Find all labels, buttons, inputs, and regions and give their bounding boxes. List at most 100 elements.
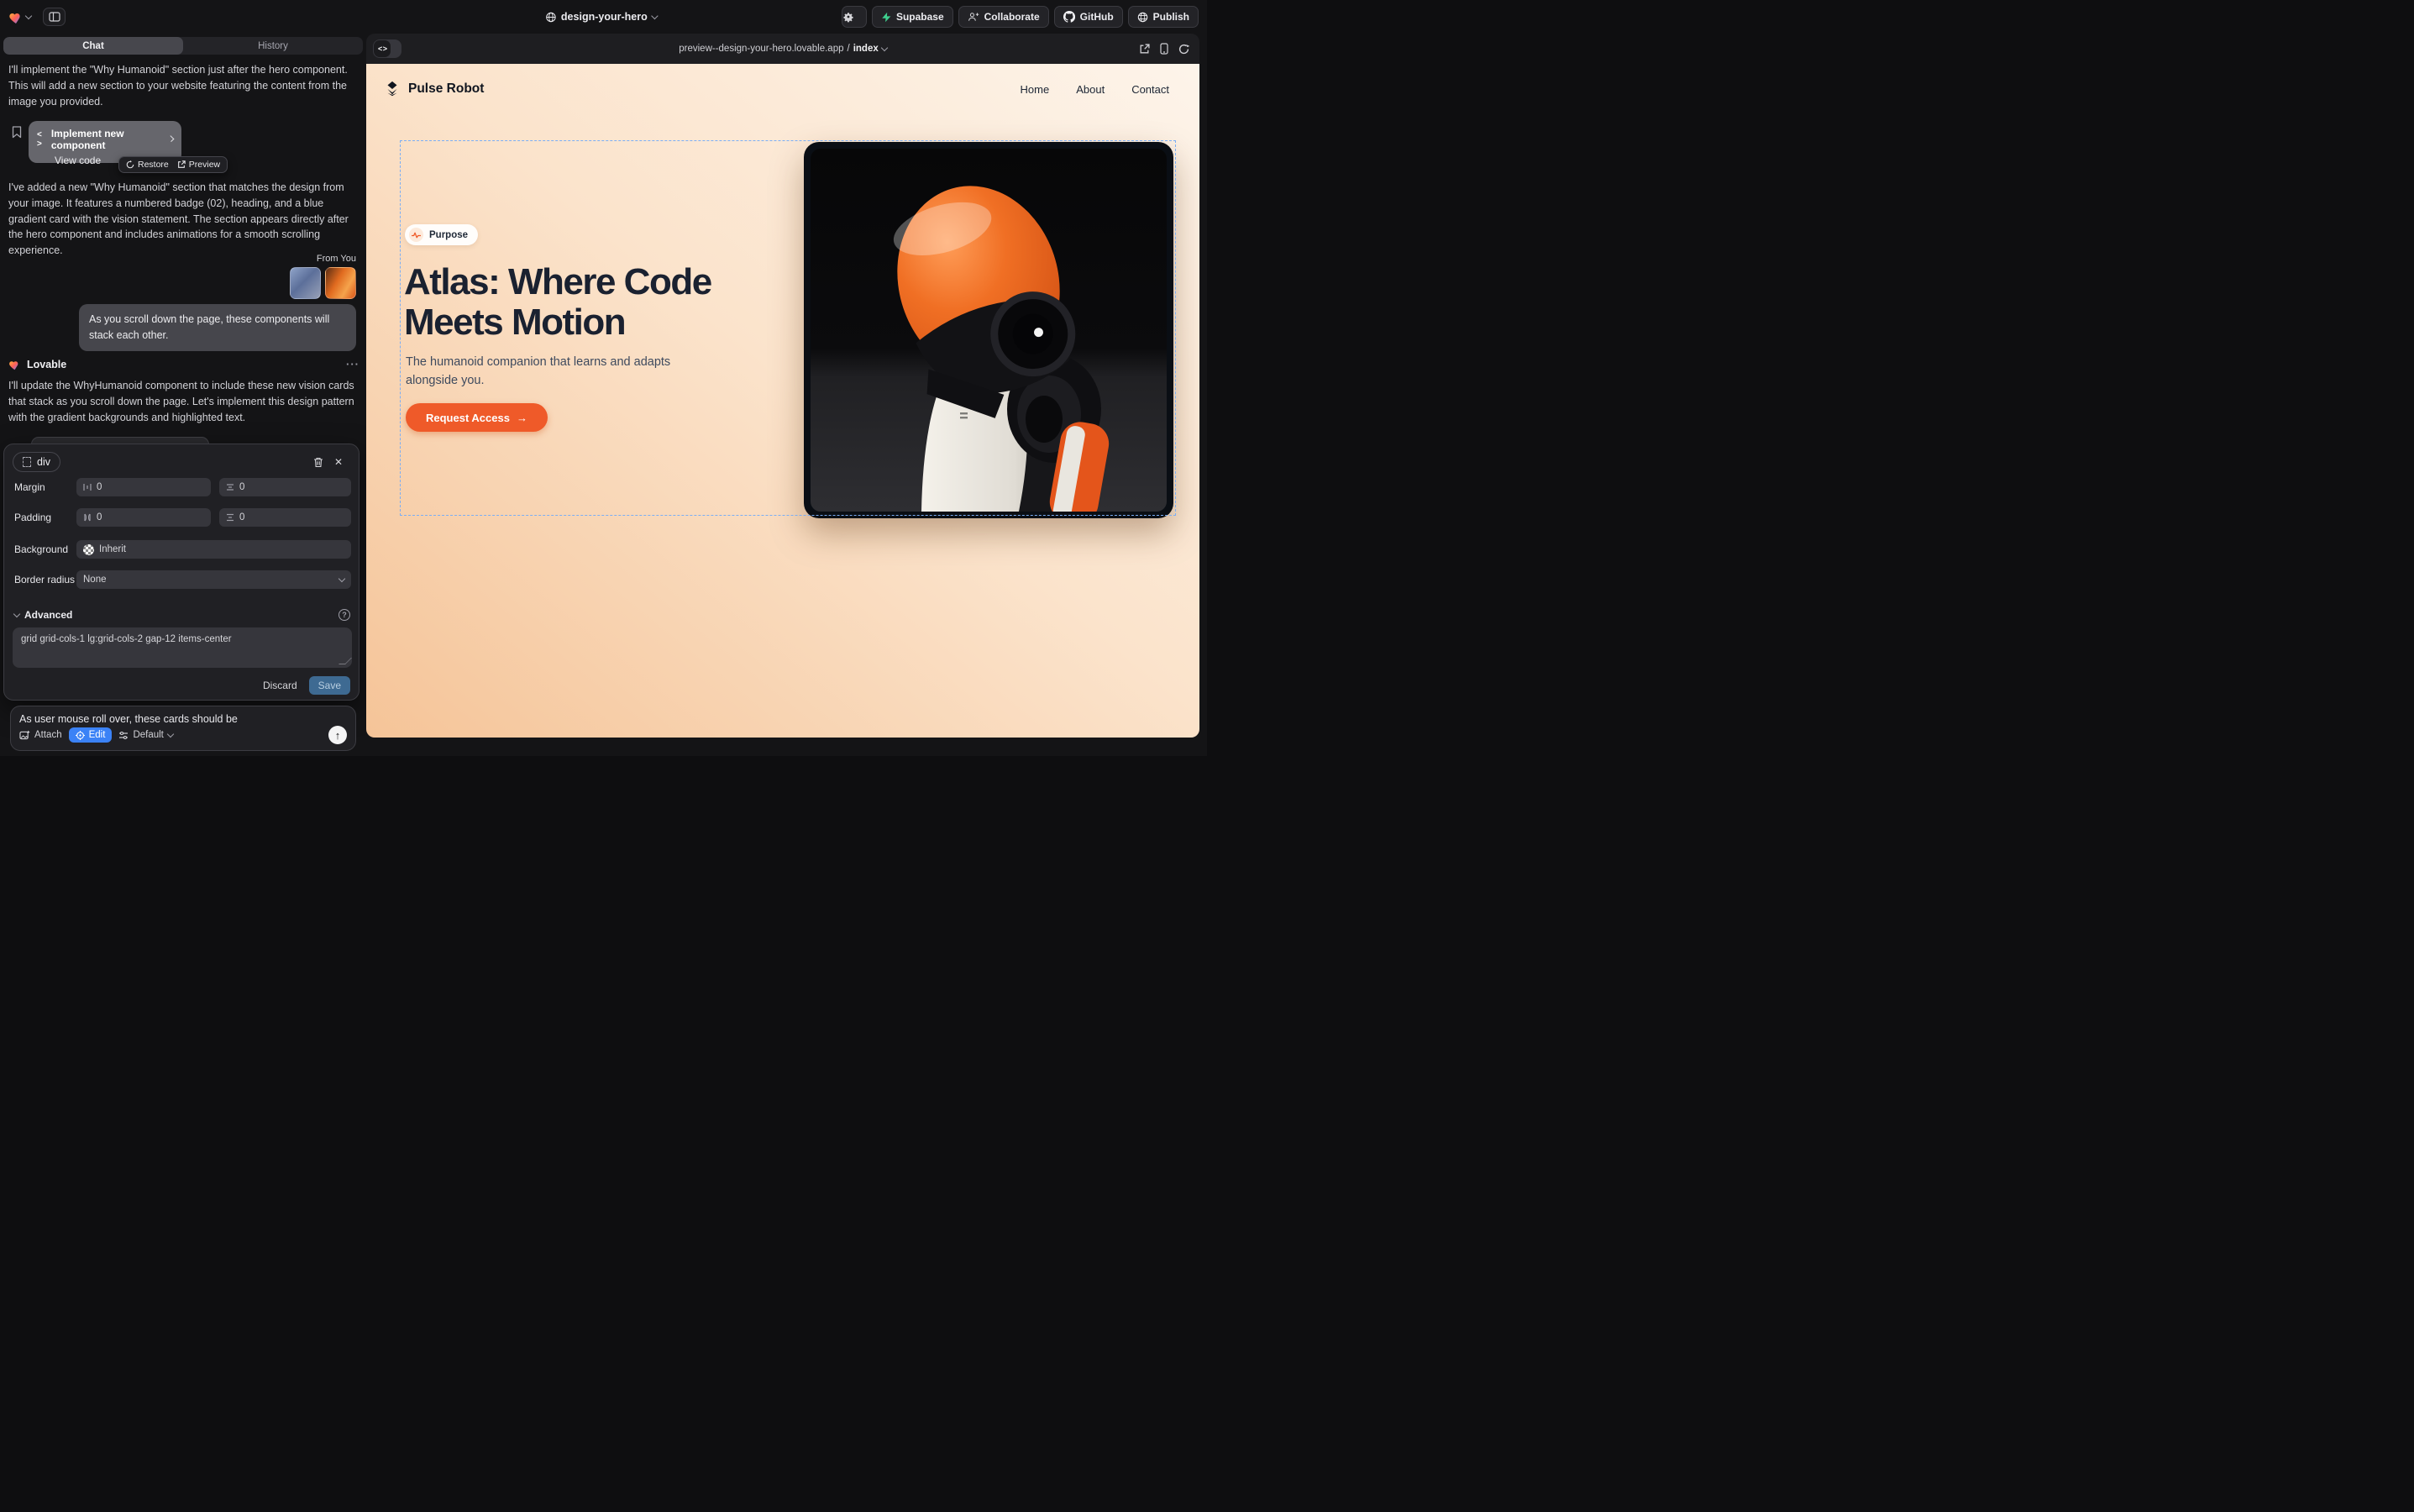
border-radius-select[interactable]: None bbox=[76, 570, 351, 589]
external-link-icon bbox=[177, 160, 186, 169]
tab-history[interactable]: History bbox=[183, 37, 363, 55]
lovable-app-window: design-your-hero Supabase bbox=[0, 0, 1207, 756]
selected-element-chip[interactable]: div bbox=[13, 452, 60, 472]
margin-x-input[interactable]: 0 bbox=[76, 478, 211, 496]
sidebar-panel-icon bbox=[49, 12, 60, 22]
bookmark-icon[interactable] bbox=[12, 126, 22, 139]
padding-vertical-icon bbox=[226, 513, 234, 522]
preview-button[interactable]: Preview bbox=[177, 160, 220, 170]
border-radius-label: Border radius bbox=[4, 574, 76, 585]
discard-button[interactable]: Discard bbox=[263, 680, 297, 691]
assistant-header: Lovable ··· bbox=[8, 358, 359, 370]
globe-icon bbox=[545, 12, 556, 23]
edit-mode-button[interactable]: Edit bbox=[69, 727, 113, 743]
attachment-thumbnail-orange[interactable] bbox=[325, 267, 356, 299]
margin-label: Margin bbox=[4, 481, 76, 493]
padding-y-input[interactable]: 0 bbox=[219, 508, 351, 527]
code-icon: < > bbox=[374, 40, 391, 57]
message-options-button[interactable]: ··· bbox=[346, 358, 359, 370]
code-preview-toggle[interactable]: < > bbox=[373, 39, 401, 58]
chevron-right-icon bbox=[167, 135, 174, 142]
robot-hero-image bbox=[811, 149, 1167, 512]
element-outline-icon bbox=[23, 457, 31, 467]
hero-heading: Atlas: Where Code Meets Motion bbox=[404, 262, 807, 344]
chat-history-tabs: Chat History bbox=[3, 37, 363, 55]
request-access-button[interactable]: Request Access → bbox=[406, 403, 548, 432]
padding-x-input[interactable]: 0 bbox=[76, 508, 211, 527]
restore-icon bbox=[126, 160, 134, 169]
delete-element-button[interactable] bbox=[308, 453, 328, 471]
composer-input[interactable]: As user mouse roll over, these cards sho… bbox=[19, 713, 347, 725]
save-button[interactable]: Save bbox=[309, 676, 350, 695]
assistant-name: Lovable bbox=[27, 359, 66, 370]
lovable-heart-icon bbox=[8, 359, 21, 370]
advanced-section-toggle[interactable]: Advanced ? bbox=[14, 609, 350, 621]
user-message-bubble: As you scroll down the page, these compo… bbox=[79, 304, 356, 351]
attach-image-icon bbox=[19, 730, 30, 740]
phone-icon bbox=[1160, 43, 1168, 55]
github-button[interactable]: GitHub bbox=[1054, 6, 1123, 28]
restore-preview-popover: Restore Preview bbox=[118, 156, 228, 173]
chat-composer: As user mouse roll over, these cards sho… bbox=[10, 706, 356, 751]
chevron-down-icon bbox=[25, 12, 32, 18]
refresh-icon bbox=[1178, 44, 1189, 55]
nav-link-home[interactable]: Home bbox=[1021, 83, 1050, 96]
chevron-down-icon bbox=[881, 44, 888, 50]
collaborate-button[interactable]: Collaborate bbox=[958, 6, 1049, 28]
close-inspector-button[interactable]: ✕ bbox=[328, 453, 349, 471]
padding-label: Padding bbox=[4, 512, 76, 523]
tailwind-classes-textarea[interactable]: grid grid-cols-1 lg:grid-cols-2 gap-12 i… bbox=[13, 627, 352, 668]
assistant-message-2: I've added a new "Why Humanoid" section … bbox=[8, 180, 359, 259]
supabase-icon bbox=[881, 12, 891, 23]
help-icon[interactable]: ? bbox=[338, 609, 350, 621]
external-link-icon bbox=[1139, 44, 1150, 55]
assistant-message-3: I'll update the WhyHumanoid component to… bbox=[8, 378, 359, 425]
project-switcher[interactable]: design-your-hero bbox=[545, 0, 658, 34]
project-name: design-your-hero bbox=[561, 11, 648, 23]
attachment-thumbnail-blue[interactable] bbox=[290, 267, 321, 299]
settings-button[interactable] bbox=[842, 6, 867, 28]
margin-vertical-icon bbox=[226, 483, 234, 491]
send-button[interactable]: ↑ bbox=[328, 726, 347, 744]
mobile-view-button[interactable] bbox=[1160, 43, 1168, 55]
attach-button[interactable]: Attach bbox=[19, 730, 62, 740]
lovable-heart-icon bbox=[8, 10, 24, 24]
supabase-button[interactable]: Supabase bbox=[872, 6, 953, 28]
top-bar: design-your-hero Supabase bbox=[0, 0, 1207, 34]
preview-header: < > preview--design-your-hero.lovable.ap… bbox=[366, 34, 1199, 64]
tab-chat[interactable]: Chat bbox=[3, 37, 183, 55]
pulse-icon bbox=[409, 228, 423, 242]
pulse-robot-logo-icon bbox=[383, 80, 401, 98]
background-label: Background bbox=[4, 543, 76, 555]
preview-url[interactable]: preview--design-your-hero.lovable.app / … bbox=[679, 44, 887, 54]
element-inspector-panel: div ✕ Margin 0 0 bbox=[3, 444, 359, 701]
restore-button[interactable]: Restore bbox=[126, 160, 169, 170]
site-canvas: Pulse Robot Home About Contact Purpose A… bbox=[366, 64, 1199, 738]
margin-y-input[interactable]: 0 bbox=[219, 478, 351, 496]
element-tag: div bbox=[37, 456, 50, 468]
from-you-label: From You bbox=[317, 254, 356, 264]
chevron-down-icon bbox=[13, 610, 20, 617]
model-selector[interactable]: Default bbox=[118, 730, 172, 740]
target-icon bbox=[76, 731, 85, 740]
preview-path: index bbox=[853, 44, 879, 54]
chevron-down-icon bbox=[651, 12, 658, 18]
open-external-button[interactable] bbox=[1139, 44, 1150, 55]
lovable-menu-button[interactable] bbox=[8, 10, 31, 24]
padding-horizontal-icon bbox=[83, 513, 92, 522]
refresh-button[interactable] bbox=[1178, 44, 1189, 55]
background-input[interactable]: Inherit bbox=[76, 540, 351, 559]
purpose-badge: Purpose bbox=[405, 224, 478, 245]
nav-link-contact[interactable]: Contact bbox=[1131, 83, 1169, 96]
code-icon: < > bbox=[37, 130, 45, 149]
assistant-message-1: I'll implement the "Why Humanoid" sectio… bbox=[8, 62, 359, 109]
site-logo[interactable]: Pulse Robot bbox=[383, 80, 484, 98]
chat-panel: Chat History I'll implement the "Why Hum… bbox=[3, 37, 363, 753]
arrow-right-icon: → bbox=[517, 412, 527, 424]
publish-button[interactable]: Publish bbox=[1128, 6, 1199, 28]
publish-globe-icon bbox=[1137, 12, 1148, 23]
sliders-icon bbox=[118, 731, 129, 740]
sidebar-toggle-button[interactable] bbox=[43, 8, 66, 26]
nav-link-about[interactable]: About bbox=[1076, 83, 1105, 96]
color-swatch bbox=[83, 544, 94, 555]
